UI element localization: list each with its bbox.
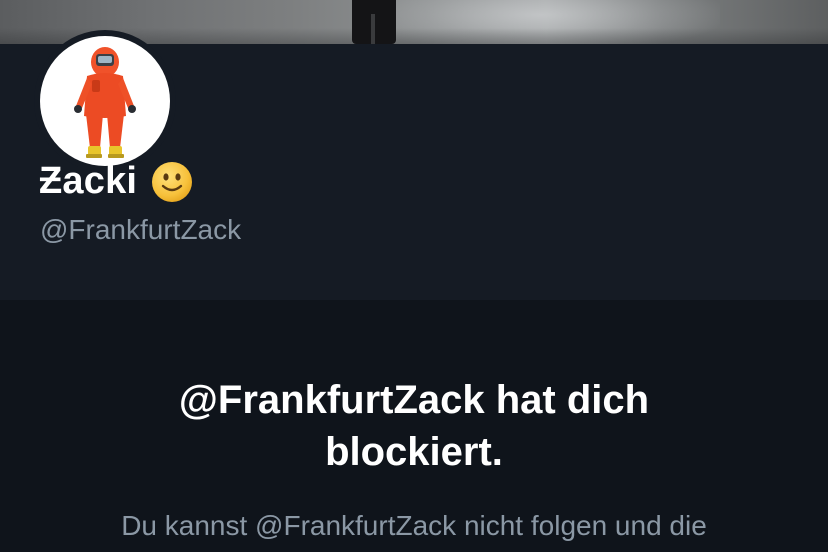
display-name-row: Ƶacki bbox=[39, 160, 193, 203]
blocked-title-line-1: @FrankfurtZack hat dich bbox=[178, 378, 650, 422]
user-handle: @FrankfurtZack bbox=[40, 214, 242, 245]
profile-header: Ƶacki @FrankfurtZack bbox=[0, 30, 828, 300]
avatar[interactable] bbox=[34, 30, 176, 172]
banner-figure bbox=[352, 0, 396, 44]
blocked-title: @FrankfurtZack hat dich blockiert. bbox=[0, 374, 828, 478]
blocked-title-line-2: blockiert. bbox=[325, 430, 503, 474]
blocked-description: Du kannst @FrankfurtZack nicht folgen un… bbox=[121, 510, 707, 541]
hazmat-suit-icon bbox=[74, 47, 136, 158]
display-name: Ƶacki bbox=[39, 160, 138, 202]
avatar-image bbox=[40, 36, 170, 166]
profile-page: Ƶacki @FrankfurtZack @FrankfurtZack hat … bbox=[0, 0, 828, 552]
blocked-notice: @FrankfurtZack hat dich blockiert. Du ka… bbox=[0, 300, 828, 552]
slightly-smiling-face-icon bbox=[151, 161, 193, 203]
